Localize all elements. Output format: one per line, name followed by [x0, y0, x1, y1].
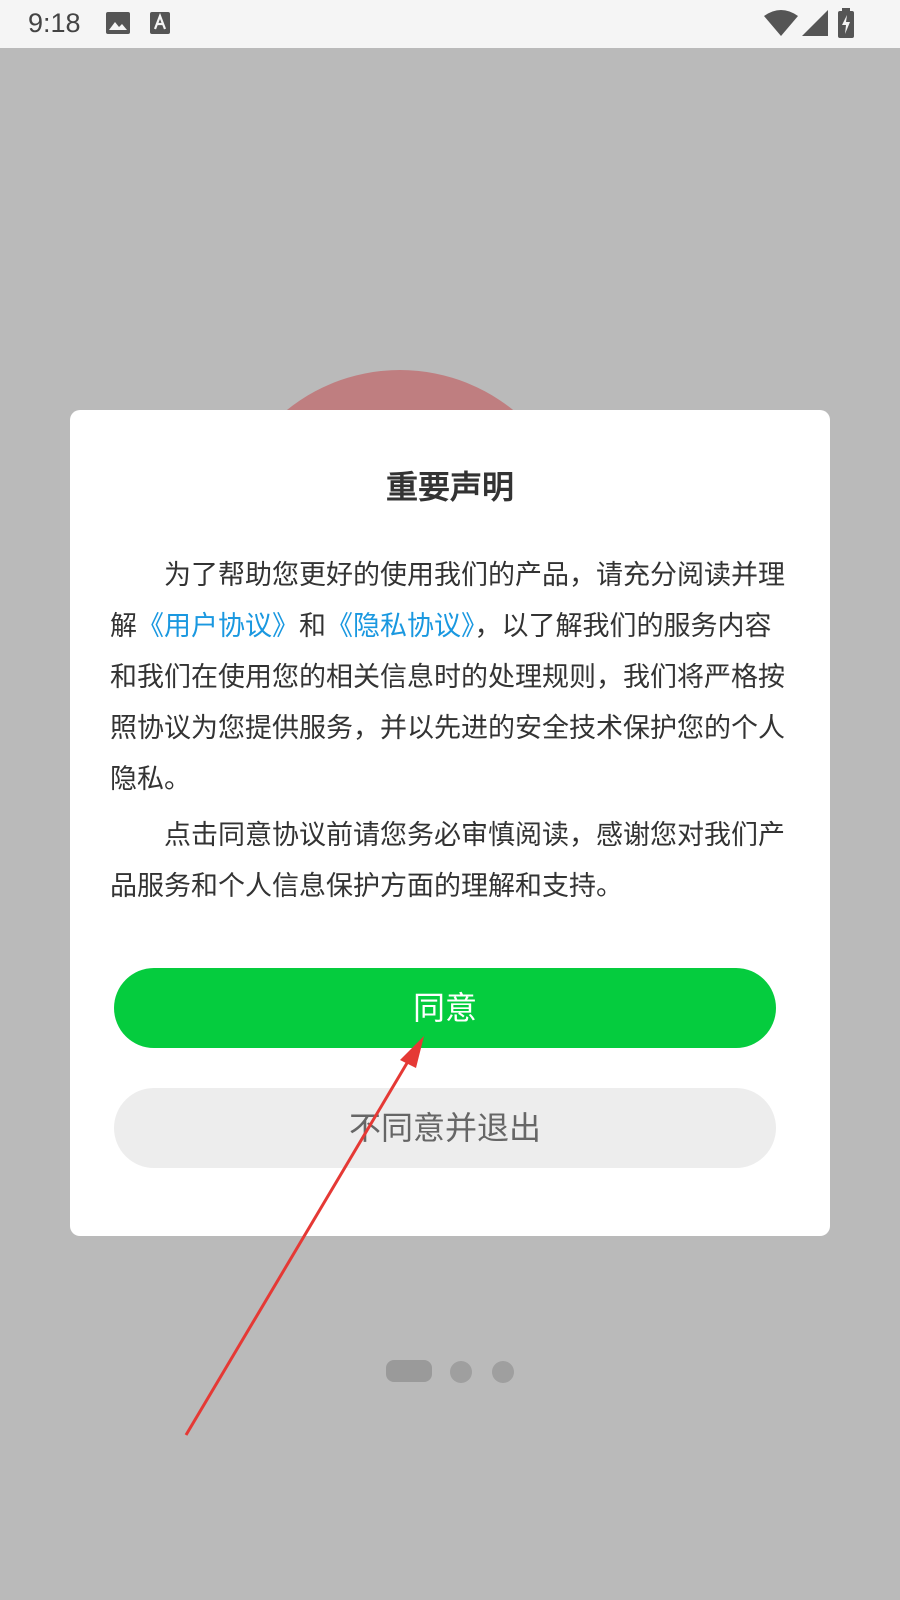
wifi-icon — [764, 10, 798, 36]
dialog-title: 重要声明 — [385, 468, 514, 506]
page-indicator-dot — [492, 1361, 514, 1383]
page-indicator-dot — [450, 1361, 472, 1383]
image-icon — [106, 12, 130, 34]
para1-text-and: 和 — [299, 611, 326, 642]
privacy-dialog: 重要声明 为了帮助您更好的使用我们的产品，请充分阅读并理解《用户协议》和《隐私协… — [70, 410, 830, 1236]
status-time: 9:18 — [28, 8, 81, 38]
dialog-paragraph-2: 点击同意协议前请您务必审慎阅读，感谢您对我们产品服务和个人信息保护方面的理解和支… — [110, 820, 785, 902]
battery-charging-icon — [838, 8, 854, 38]
dialog-paragraph-1: 为了帮助您更好的使用我们的产品，请充分阅读并理解《用户协议》和《隐私协议》，以了… — [110, 550, 786, 805]
user-agreement-link[interactable]: 《用户协议》 — [137, 611, 299, 642]
status-bar: 9:18 — [0, 0, 900, 48]
signal-icon — [802, 10, 828, 36]
text-icon — [150, 12, 170, 34]
page-indicator — [0, 1360, 900, 1384]
page-indicator-active — [386, 1360, 432, 1382]
privacy-agreement-link[interactable]: 《隐私协议》 — [326, 611, 475, 642]
disagree-exit-button[interactable]: 不同意并退出 — [114, 1088, 776, 1168]
agree-button[interactable]: 同意 — [114, 968, 776, 1048]
